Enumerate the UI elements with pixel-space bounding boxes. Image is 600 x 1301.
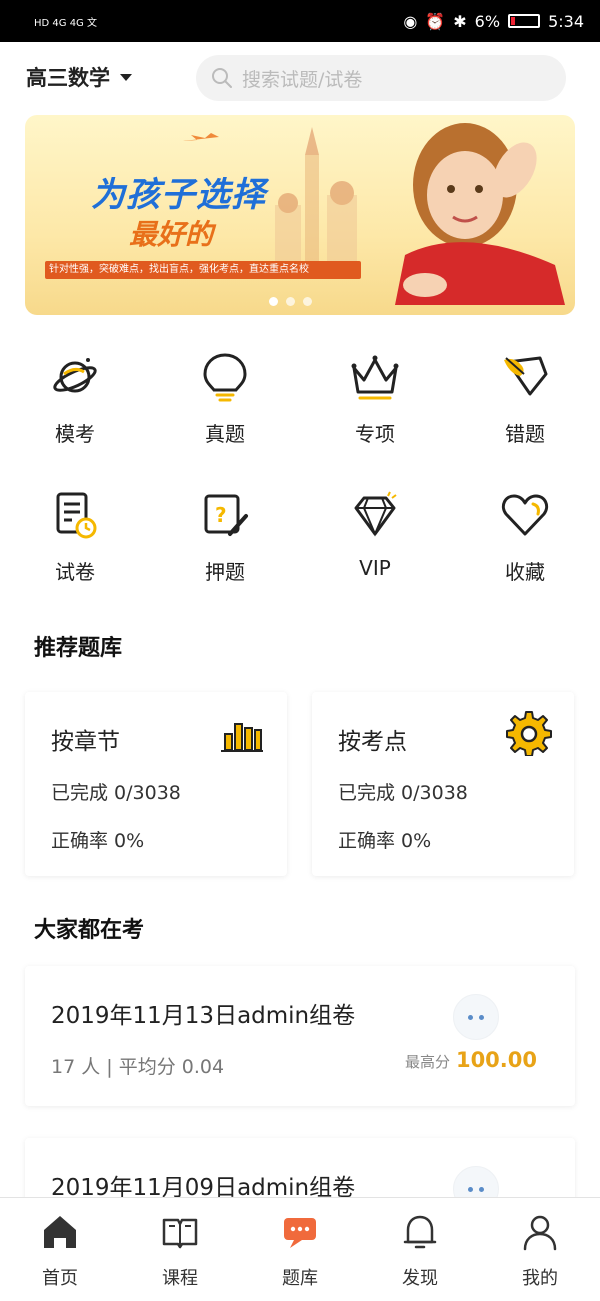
tab-label: 我的: [522, 1268, 558, 1289]
bar-chart-icon: [221, 723, 263, 752]
popular-title: 大家都在考: [34, 918, 145, 943]
chapter-bank-card[interactable]: 按章节 已完成 0/3038 正确率 0%: [25, 692, 287, 876]
tab-discover[interactable]: 发现: [360, 1198, 480, 1301]
bulb-icon: [203, 353, 247, 402]
category-vip[interactable]: VIP: [325, 490, 425, 600]
battery-percent: 6%: [474, 11, 501, 31]
clock: 5:34: [548, 11, 584, 31]
category-label: 收藏: [505, 560, 545, 584]
home-icon: [44, 1216, 76, 1248]
tab-courses[interactable]: 课程: [120, 1198, 240, 1301]
gear-icon: [506, 711, 552, 756]
category-label: 模考: [55, 422, 95, 446]
eye-icon: ◉: [403, 11, 418, 31]
category-cuoti[interactable]: 错题: [475, 352, 575, 462]
status-bar: HD 4G 4G 文 ◉ ⏰ ✱ 6% 5:34: [0, 0, 600, 42]
bluetooth-icon: ✱: [453, 11, 467, 31]
tab-home[interactable]: 首页: [0, 1198, 120, 1301]
tab-label: 首页: [42, 1268, 78, 1289]
exam-avatar: [453, 1166, 499, 1197]
category-shoucang[interactable]: 收藏: [475, 490, 575, 600]
exam-title: 2019年11月13日admin组卷: [51, 1003, 356, 1029]
category-label: 错题: [505, 422, 545, 446]
banner-subheadline: 最好的: [129, 218, 214, 251]
subject-selector[interactable]: 高三数学: [26, 62, 132, 92]
category-label: 真题: [205, 422, 245, 446]
subject-label: 高三数学: [26, 66, 110, 90]
status-left: HD 4G 4G 文: [34, 14, 97, 29]
carousel-dot[interactable]: [303, 297, 312, 306]
exam-title: 2019年11月09日admin组卷: [51, 1175, 356, 1197]
bottom-tab-bar: 首页 课程 题库 发现 我的: [0, 1197, 600, 1301]
question-pen-icon: ?: [204, 494, 248, 536]
girl-illustration: [395, 123, 565, 305]
page: 高三数学 搜索试题/试卷 为孩子选择 最好的 针对性强，突破难点，找出盲点，强化…: [0, 42, 600, 1197]
category-label: 押题: [205, 560, 245, 584]
tab-profile[interactable]: 我的: [480, 1198, 600, 1301]
bell-icon: [403, 1215, 437, 1249]
network-indicators: HD 4G 4G 文: [34, 17, 97, 29]
diamond-icon: [354, 491, 397, 537]
card-accuracy: 正确率 0%: [338, 830, 432, 852]
status-right: ◉ ⏰ ✱ 6% 5:34: [403, 12, 584, 31]
search-icon: [212, 68, 232, 88]
castle-illustration: [275, 127, 357, 265]
category-label: VIP: [359, 556, 391, 580]
search-bar[interactable]: 搜索试题/试卷: [196, 55, 566, 101]
exam-avatar: [453, 994, 499, 1040]
planet-icon: [53, 358, 97, 393]
battery-icon: [508, 14, 541, 28]
carousel-dots[interactable]: [269, 297, 312, 306]
book-icon: [162, 1218, 198, 1249]
promo-banner[interactable]: 为孩子选择 最好的 针对性强，突破难点，找出盲点，强化考点，直达重点名校: [25, 115, 575, 315]
recommend-title: 推荐题库: [34, 636, 123, 661]
exam-best-score: 最高分 100.00: [405, 1048, 537, 1072]
card-title: 按考点: [338, 729, 407, 755]
svg-text:?: ?: [215, 503, 227, 527]
category-label: 专项: [355, 422, 395, 446]
tab-label: 题库: [282, 1268, 318, 1289]
topic-bank-card[interactable]: 按考点 已完成 0/3038 正确率 0%: [312, 692, 574, 876]
category-zhenti[interactable]: 真题: [175, 352, 275, 462]
tab-label: 课程: [162, 1268, 198, 1289]
category-row: 模考 真题 专项 错题: [0, 352, 600, 462]
search-placeholder: 搜索试题/试卷: [242, 68, 363, 91]
heart-icon: [501, 494, 549, 536]
banner-tagline: 针对性强，突破难点，找出盲点，强化考点，直达重点名校: [45, 261, 361, 279]
category-yati[interactable]: ? 押题: [175, 490, 275, 600]
exam-card[interactable]: 2019年11月13日admin组卷 17 人 | 平均分 0.04 最高分 1…: [25, 966, 575, 1106]
card-progress: 已完成 0/3038: [51, 782, 181, 804]
chat-icon: [284, 1218, 316, 1248]
caret-down-icon: [120, 73, 132, 81]
category-shijuan[interactable]: 试卷: [25, 490, 125, 600]
crown-icon: [351, 355, 399, 400]
card-title: 按章节: [51, 729, 120, 755]
wrong-note-icon: [504, 356, 548, 396]
airplane-icon: [183, 133, 219, 141]
carousel-dot[interactable]: [269, 297, 278, 306]
carousel-dot[interactable]: [286, 297, 295, 306]
exam-meta: 17 人 | 平均分 0.04: [51, 1056, 225, 1078]
alarm-icon: ⏰: [425, 11, 446, 31]
card-accuracy: 正确率 0%: [51, 830, 145, 852]
tab-question-bank[interactable]: 题库: [240, 1198, 360, 1301]
category-mokao[interactable]: 模考: [25, 352, 125, 462]
category-zhuanxiang[interactable]: 专项: [325, 352, 425, 462]
category-row: 试卷 ? 押题 VIP 收藏: [0, 490, 600, 600]
best-score-label: 最高分: [404, 1053, 450, 1071]
best-score-value: 100.00: [455, 1048, 537, 1072]
card-progress: 已完成 0/3038: [338, 782, 468, 804]
tab-label: 发现: [402, 1268, 438, 1289]
category-label: 试卷: [55, 560, 95, 584]
banner-headline: 为孩子选择: [91, 175, 266, 215]
user-icon: [523, 1215, 557, 1251]
exam-card[interactable]: 2019年11月09日admin组卷: [25, 1138, 575, 1197]
paper-clock-icon: [56, 492, 97, 539]
